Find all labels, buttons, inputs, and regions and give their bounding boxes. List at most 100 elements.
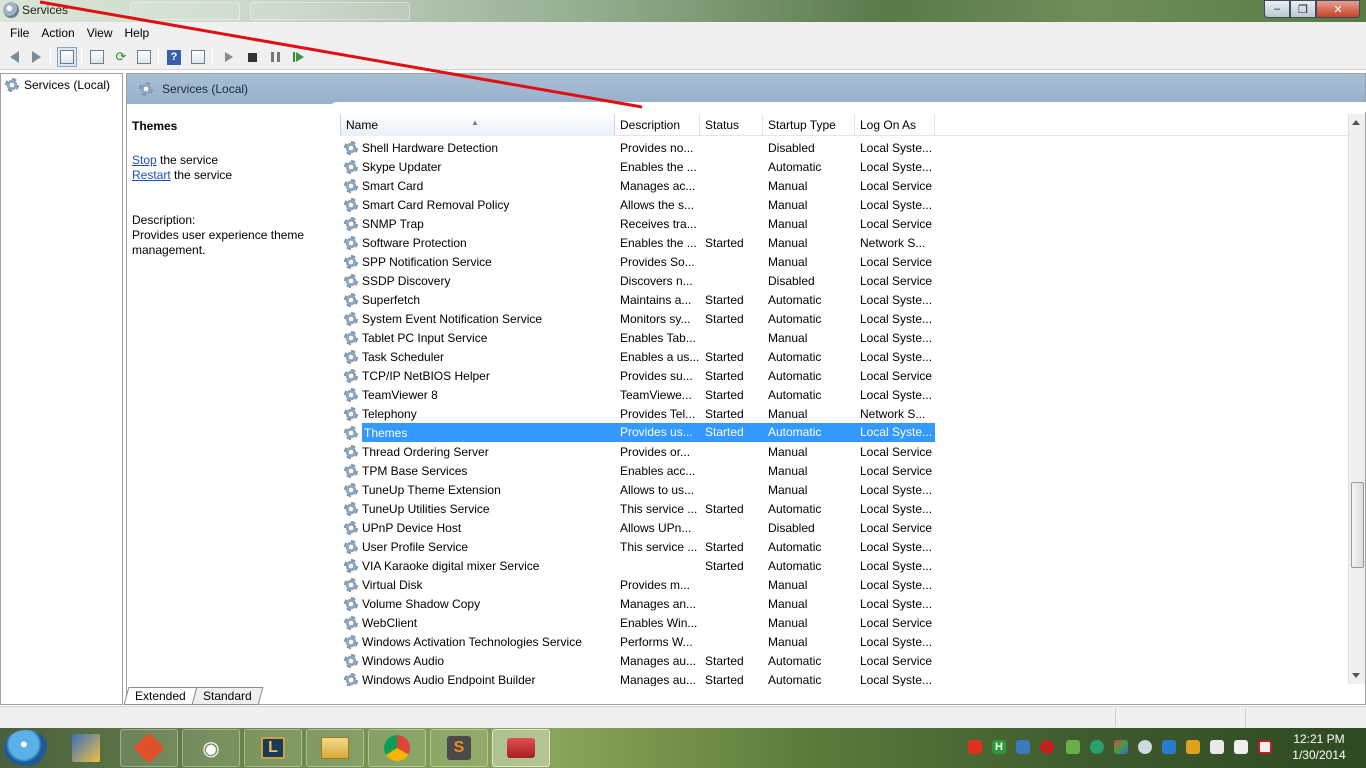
table-row[interactable]: WebClient Enables Win... Manual Local Servi…: [340, 613, 1348, 632]
taskbar-app-league[interactable]: L: [244, 729, 302, 767]
service-name-cell: WebClient: [340, 615, 615, 630]
scroll-down-arrow-icon[interactable]: [1352, 673, 1360, 678]
service-status-cell: Started: [705, 501, 744, 516]
column-header-status[interactable]: Status: [700, 114, 763, 136]
menu-help[interactable]: Help: [119, 23, 156, 43]
service-description-cell: Allows UPn...: [620, 520, 692, 535]
tray-colorful-icon[interactable]: [1114, 740, 1128, 754]
action-center-tray-icon[interactable]: [1234, 740, 1248, 754]
tray-network-icon[interactable]: [1016, 740, 1030, 754]
tray-globe-icon[interactable]: [1138, 740, 1152, 754]
table-row[interactable]: Windows Audio Endpoint Builder Manages au…: [340, 670, 1348, 686]
volume-tray-icon[interactable]: [1210, 740, 1224, 754]
forward-arrow-icon[interactable]: [26, 47, 46, 67]
table-row[interactable]: Shell Hardware Detection Provides no... Di…: [340, 138, 1348, 157]
table-row[interactable]: Skype Updater Enables the ... Automatic Loc…: [340, 157, 1348, 176]
help-icon[interactable]: ?: [164, 47, 184, 67]
vertical-scrollbar[interactable]: [1348, 114, 1365, 684]
table-row[interactable]: System Event Notification Service Monitor…: [340, 309, 1348, 328]
refresh-icon[interactable]: ⟳: [111, 47, 131, 67]
table-row[interactable]: Task Scheduler Enables a us... Started Auto…: [340, 347, 1348, 366]
taskbar-app-services[interactable]: [492, 729, 550, 767]
show-hide-console-tree-icon[interactable]: [57, 47, 77, 67]
taskbar-app-sublime[interactable]: S: [430, 729, 488, 767]
taskbar-app-explorer[interactable]: [306, 729, 364, 767]
table-row[interactable]: Thread Ordering Server Provides or... Manu…: [340, 442, 1348, 461]
table-row[interactable]: Virtual Disk Provides m... Manual Local Sys…: [340, 575, 1348, 594]
table-row[interactable]: Windows Audio Manages au... Started Automat…: [340, 651, 1348, 670]
service-startup-type-cell: Automatic: [768, 292, 822, 307]
table-row[interactable]: SSDP Discovery Discovers n... Disabled Loca…: [340, 271, 1348, 290]
table-row[interactable]: TPM Base Services Enables acc... Manual Loc…: [340, 461, 1348, 480]
properties-icon[interactable]: [87, 47, 107, 67]
column-header-log-on-as[interactable]: Log On As: [855, 114, 935, 136]
taskbar-app-git[interactable]: [120, 729, 178, 767]
service-name-cell: Skype Updater: [340, 159, 615, 174]
pause-service-icon[interactable]: [265, 47, 285, 67]
scrollbar-thumb[interactable]: [1351, 482, 1364, 568]
table-row[interactable]: SNMP Trap Receives tra... Manual Local Serv…: [340, 214, 1348, 233]
table-row[interactable]: VIA Karaoke digital mixer Service Started…: [340, 556, 1348, 575]
tray-sync-icon[interactable]: [1090, 740, 1104, 754]
restart-service-icon[interactable]: [288, 47, 308, 67]
table-row[interactable]: Themes Provides us... Started Automatic Loca…: [340, 423, 1348, 442]
tab-extended[interactable]: Extended: [123, 687, 198, 705]
restart-service-link[interactable]: Restart: [132, 168, 171, 182]
close-button[interactable]: ✕: [1316, 0, 1360, 18]
tray-h-icon[interactable]: H: [992, 740, 1006, 754]
service-name-cell: TCP/IP NetBIOS Helper: [340, 368, 615, 383]
column-header-startup-type[interactable]: Startup Type: [763, 114, 855, 136]
window-title-bar[interactable]: Services – ❐ ✕: [0, 0, 1366, 22]
service-name: Tablet PC Input Service: [362, 330, 488, 345]
action-pane-icon[interactable]: [188, 47, 208, 67]
service-description-cell: TeamViewe...: [620, 387, 692, 402]
tree-item-services-local[interactable]: Services (Local): [5, 78, 110, 92]
start-service-icon[interactable]: [219, 47, 239, 67]
column-header-description[interactable]: Description: [615, 114, 700, 136]
back-arrow-icon[interactable]: [4, 47, 24, 67]
speaker-tray-icon[interactable]: [968, 740, 982, 754]
table-row[interactable]: User Profile Service This service ... Star…: [340, 537, 1348, 556]
scroll-up-arrow-icon[interactable]: [1352, 120, 1360, 125]
tray-puzzle-icon[interactable]: [1186, 740, 1200, 754]
tray-bug-icon[interactable]: [1040, 740, 1054, 754]
table-row[interactable]: TCP/IP NetBIOS Helper Provides su... Start…: [340, 366, 1348, 385]
table-row[interactable]: Tablet PC Input Service Enables Tab... Man…: [340, 328, 1348, 347]
stop-service-link[interactable]: Stop: [132, 153, 157, 167]
nvidia-tray-icon[interactable]: [1066, 740, 1080, 754]
service-name: SPP Notification Service: [362, 254, 492, 269]
table-row[interactable]: TeamViewer 8 TeamViewe... Started Automatic…: [340, 385, 1348, 404]
tray-teamviewer-icon[interactable]: [1162, 740, 1176, 754]
table-row[interactable]: Smart Card Manages ac... Manual Local Servi…: [340, 176, 1348, 195]
menu-action[interactable]: Action: [35, 23, 80, 43]
table-row[interactable]: Telephony Provides Tel... Started Manual Net…: [340, 404, 1348, 423]
maximize-button[interactable]: ❐: [1290, 0, 1316, 18]
stop-service-icon[interactable]: [242, 47, 262, 67]
column-header-name[interactable]: ▲ Name: [340, 114, 615, 136]
service-description-cell: Provides su...: [620, 368, 693, 383]
tab-standard[interactable]: Standard: [191, 687, 263, 705]
menu-file[interactable]: File: [4, 23, 35, 43]
export-list-icon[interactable]: [134, 47, 154, 67]
menu-view[interactable]: View: [81, 23, 119, 43]
table-row[interactable]: Volume Shadow Copy Manages an... Manual Loc…: [340, 594, 1348, 613]
table-row[interactable]: Superfetch Maintains a... Started Automatic…: [340, 290, 1348, 309]
table-row[interactable]: TuneUp Theme Extension Allows to us... Man…: [340, 480, 1348, 499]
table-row[interactable]: Windows Activation Technologies Service P…: [340, 632, 1348, 651]
service-name: TuneUp Utilities Service: [362, 501, 490, 516]
taskbar-app-chrome[interactable]: [368, 729, 426, 767]
table-row[interactable]: UPnP Device Host Allows UPn... Disabled Loc…: [340, 518, 1348, 537]
table-row[interactable]: TuneUp Utilities Service This service ...…: [340, 499, 1348, 518]
service-name-cell: SSDP Discovery: [340, 273, 615, 288]
minimize-button[interactable]: –: [1264, 0, 1290, 18]
network-shortcut-icon[interactable]: [72, 734, 100, 762]
network-status-tray-icon[interactable]: [1258, 740, 1272, 754]
table-row[interactable]: Smart Card Removal Policy Allows the s...…: [340, 195, 1348, 214]
start-button-windows-icon[interactable]: [4, 730, 48, 766]
service-log-on-as-cell: Local Syste...: [860, 501, 933, 516]
table-row[interactable]: SPP Notification Service Provides So... Ma…: [340, 252, 1348, 271]
service-description-cell: Provides Tel...: [620, 406, 696, 421]
system-clock[interactable]: 12:21 PM 1/30/2014: [1280, 731, 1358, 763]
taskbar-app-foobar[interactable]: ◉: [182, 729, 240, 767]
table-row[interactable]: Software Protection Enables the ... Starte…: [340, 233, 1348, 252]
